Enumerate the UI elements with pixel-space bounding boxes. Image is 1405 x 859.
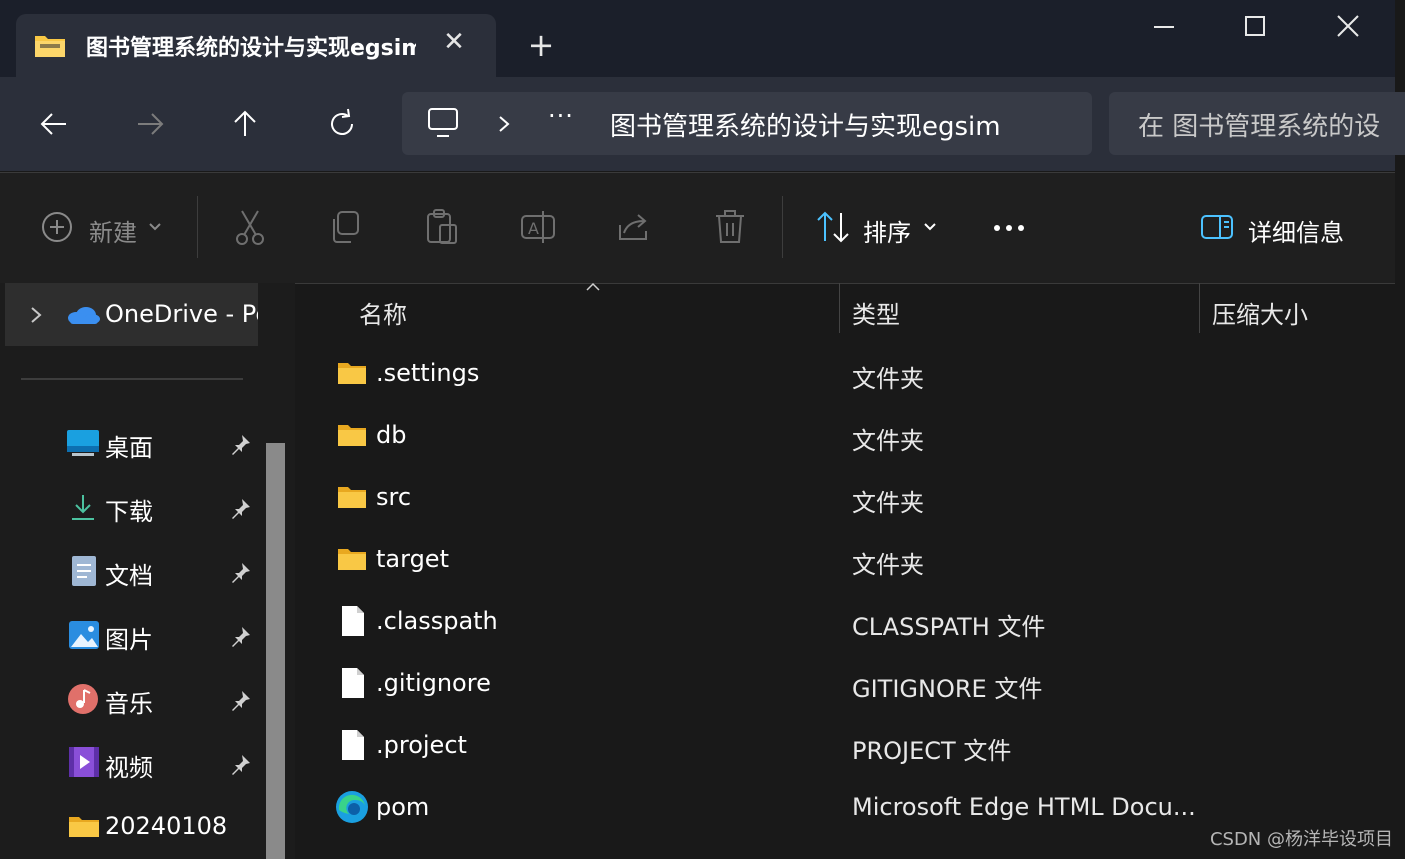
file-name: .classpath bbox=[376, 607, 498, 635]
pin-icon[interactable] bbox=[230, 689, 252, 711]
chevron-down-icon[interactable] bbox=[921, 218, 939, 236]
forward-icon[interactable] bbox=[130, 104, 170, 144]
file-name: .settings bbox=[376, 359, 480, 387]
file-name: target bbox=[376, 545, 449, 573]
pin-icon[interactable] bbox=[230, 561, 252, 583]
file-name: pom bbox=[376, 793, 430, 821]
toolbar-divider bbox=[782, 196, 783, 258]
video-icon bbox=[69, 747, 99, 777]
search-placeholder[interactable]: 在 图书管理系统的设 bbox=[1138, 106, 1380, 143]
file-type: 文件夹 bbox=[852, 365, 924, 393]
command-bar bbox=[0, 172, 1395, 284]
file-name: src bbox=[376, 483, 412, 511]
download-icon bbox=[72, 495, 94, 520]
folder-icon bbox=[338, 425, 366, 446]
pin-icon[interactable] bbox=[230, 753, 252, 775]
file-row[interactable] bbox=[300, 406, 1395, 466]
sort-icon[interactable] bbox=[813, 207, 853, 247]
svg-text:A: A bbox=[528, 219, 539, 238]
pictures-icon bbox=[69, 621, 99, 649]
folder-zip-icon bbox=[35, 36, 65, 57]
file-type: 文件夹 bbox=[852, 427, 924, 455]
sidebar-item-label: 文档 bbox=[105, 562, 153, 590]
sidebar-item-label: 视频 bbox=[105, 754, 153, 782]
chevron-down-icon[interactable] bbox=[146, 218, 164, 236]
minimize-icon[interactable] bbox=[1142, 10, 1186, 46]
computer-icon bbox=[428, 108, 458, 137]
more-options-icon[interactable] bbox=[990, 218, 1030, 238]
new-icon[interactable] bbox=[38, 207, 78, 247]
maximize-icon[interactable] bbox=[1234, 10, 1278, 46]
file-type: Microsoft Edge HTML Docu... bbox=[852, 793, 1196, 821]
file-type: GITIGNORE 文件 bbox=[852, 675, 1043, 703]
address-path[interactable]: 图书管理系统的设计与实现egsim bbox=[610, 106, 1001, 143]
up-icon[interactable] bbox=[225, 104, 265, 144]
paste-icon[interactable] bbox=[422, 207, 462, 247]
sidebar-item-label: 音乐 bbox=[105, 690, 153, 718]
share-icon[interactable] bbox=[614, 207, 654, 247]
edge-icon bbox=[336, 791, 368, 823]
file-type: 文件夹 bbox=[852, 551, 924, 579]
details-button[interactable]: 详细信息 bbox=[1248, 213, 1344, 248]
file-type: PROJECT 文件 bbox=[852, 737, 1012, 765]
file-type: 文件夹 bbox=[852, 489, 924, 517]
new-button[interactable]: 新建 bbox=[89, 213, 137, 248]
new-tab-icon[interactable]: + bbox=[526, 29, 556, 61]
onedrive-icon bbox=[68, 307, 100, 324]
chevron-right-icon[interactable] bbox=[494, 112, 514, 136]
delete-icon[interactable] bbox=[710, 207, 750, 247]
tab-close-icon[interactable]: ✕ bbox=[440, 28, 468, 56]
music-icon bbox=[68, 684, 98, 714]
sidebar-item-label: 20240108 bbox=[105, 812, 228, 840]
column-header-size[interactable]: 压缩大小 bbox=[1212, 295, 1308, 330]
toolbar-divider bbox=[197, 196, 198, 258]
document-icon bbox=[72, 556, 96, 586]
cut-icon[interactable] bbox=[230, 207, 270, 247]
pin-icon[interactable] bbox=[230, 433, 252, 455]
rename-icon[interactable]: A bbox=[518, 207, 558, 247]
file-name: db bbox=[376, 421, 407, 449]
folder-icon bbox=[338, 363, 366, 384]
folder-icon bbox=[338, 549, 366, 570]
back-icon[interactable] bbox=[34, 104, 74, 144]
close-window-icon[interactable] bbox=[1326, 10, 1370, 46]
sidebar-item-label: 下载 bbox=[105, 498, 153, 526]
file-row[interactable] bbox=[300, 530, 1395, 590]
sidebar-scrollbar[interactable] bbox=[266, 443, 285, 859]
file-icon bbox=[342, 606, 364, 636]
details-pane-icon[interactable] bbox=[1198, 207, 1238, 247]
column-header-type[interactable]: 类型 bbox=[852, 295, 900, 330]
column-header-name[interactable]: 名称 bbox=[359, 295, 407, 330]
file-name: .gitignore bbox=[376, 669, 491, 697]
refresh-icon[interactable] bbox=[322, 104, 362, 144]
sidebar-item-onedrive-label: OneDrive - Pe bbox=[105, 300, 258, 328]
folder-icon bbox=[338, 487, 366, 508]
sidebar-item-label: 图片 bbox=[105, 626, 153, 654]
pin-icon[interactable] bbox=[230, 497, 252, 519]
breadcrumb-overflow[interactable]: ··· bbox=[548, 102, 574, 130]
pin-icon[interactable] bbox=[230, 625, 252, 647]
folder-icon bbox=[69, 817, 99, 837]
sidebar-divider bbox=[21, 378, 243, 380]
file-icon bbox=[342, 668, 364, 698]
file-type: CLASSPATH 文件 bbox=[852, 613, 1046, 641]
sort-ascending-icon bbox=[586, 282, 600, 291]
file-name: .project bbox=[376, 731, 467, 759]
sort-button[interactable]: 排序 bbox=[863, 213, 911, 248]
column-divider[interactable] bbox=[839, 283, 840, 333]
file-row[interactable] bbox=[300, 468, 1395, 528]
chevron-right-icon[interactable] bbox=[26, 304, 46, 326]
file-icon bbox=[342, 730, 364, 760]
copy-icon[interactable] bbox=[326, 207, 366, 247]
column-divider[interactable] bbox=[1199, 283, 1200, 333]
sidebar-item-label: 桌面 bbox=[105, 434, 153, 462]
watermark: CSDN @杨洋毕设项目 bbox=[1209, 829, 1393, 850]
desktop-icon bbox=[67, 430, 99, 456]
tab-title: 图书管理系统的设计与实现egsim bbox=[86, 36, 416, 61]
